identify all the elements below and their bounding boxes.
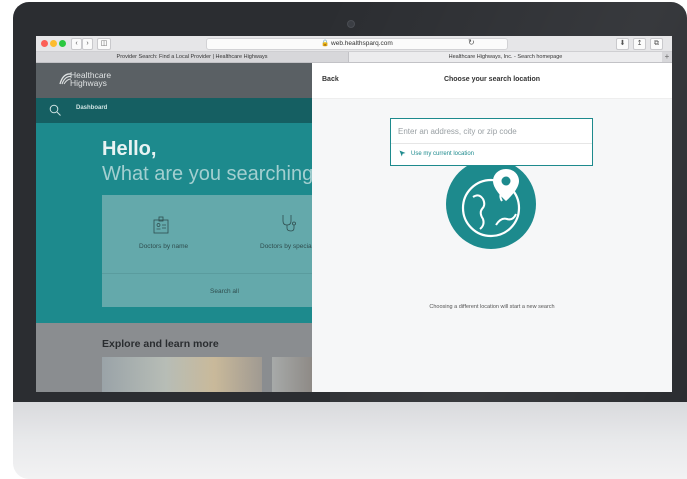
tab-healthcare-highways[interactable]: Healthcare Highways, Inc. - Search homep…	[349, 52, 662, 62]
tab-label: Provider Search: Find a Local Provider |…	[116, 54, 268, 60]
drawer-header: Back Choose your search location	[312, 63, 672, 99]
location-arrow-icon	[399, 150, 406, 157]
url-bar[interactable]: 🔒 web.healthsparq.com	[206, 38, 508, 50]
webcam	[347, 20, 355, 28]
search-icon[interactable]	[49, 104, 61, 116]
use-location-label: Use my current location	[411, 151, 475, 158]
location-input[interactable]	[391, 119, 592, 144]
explore-heading: Explore and learn more	[102, 338, 219, 350]
globe-pin-icon	[446, 159, 536, 249]
logo-line-2: Highways	[70, 78, 107, 88]
new-tab-button[interactable]: +	[662, 52, 672, 62]
zoom-window-button[interactable]	[59, 40, 66, 47]
download-icon[interactable]: ⬇	[616, 38, 629, 50]
web-page: Healthcare Highways Dashboard Hello, Wha…	[36, 63, 672, 392]
drawer-body: Use my current location Choosing a diffe…	[312, 99, 672, 392]
card-divider	[102, 273, 322, 274]
tab-strip: Provider Search: Find a Local Provider |…	[36, 52, 672, 63]
hero-section: Hello, What are you searching f Doctors …	[36, 123, 324, 323]
explore-image[interactable]	[272, 357, 312, 392]
stethoscope-icon	[282, 215, 296, 232]
lock-icon: 🔒	[321, 40, 330, 47]
site-logo[interactable]: Healthcare Highways	[70, 71, 111, 88]
sidebar-icon[interactable]: ◫	[97, 38, 111, 50]
browser-toolbar: ‹ › ◫ 🔒 web.healthsparq.com ↻ ⬇ ↥ ⧉	[36, 36, 672, 52]
site-header: Healthcare Highways	[36, 63, 312, 98]
id-card-icon	[153, 216, 169, 234]
explore-section: Explore and learn more	[36, 323, 312, 392]
option-doctors-by-name[interactable]: Doctors by name	[139, 243, 188, 250]
search-options-card: Doctors by name Doctors by specia Search…	[102, 195, 322, 307]
drawer-title: Choose your search location	[443, 76, 541, 83]
tabs-overview-icon[interactable]: ⧉	[650, 38, 663, 50]
location-search-box: Use my current location	[390, 118, 593, 166]
hello-heading: Hello,	[102, 138, 157, 160]
monitor-chin	[13, 402, 687, 479]
screen: ‹ › ◫ 🔒 web.healthsparq.com ↻ ⬇ ↥ ⧉ Prov…	[36, 36, 672, 392]
nav-item-dashboard[interactable]: Dashboard	[76, 105, 107, 111]
location-drawer: Back Choose your search location Use my …	[312, 63, 672, 392]
new-search-notice: Choosing a different location will start…	[429, 304, 555, 310]
tab-provider-search[interactable]: Provider Search: Find a Local Provider |…	[36, 52, 349, 62]
url-text: web.healthsparq.com	[331, 40, 393, 47]
search-all-link[interactable]: Search all	[210, 288, 239, 295]
reload-icon[interactable]: ↻	[468, 38, 475, 47]
minimize-window-button[interactable]	[50, 40, 57, 47]
tab-label: Healthcare Highways, Inc. - Search homep…	[448, 54, 563, 60]
close-window-button[interactable]	[41, 40, 48, 47]
site-nav: Dashboard	[36, 98, 312, 123]
back-nav-button[interactable]: ‹	[71, 38, 82, 50]
hero-subheading: What are you searching f	[102, 163, 325, 185]
explore-image[interactable]	[102, 357, 262, 392]
use-current-location-button[interactable]: Use my current location	[399, 150, 474, 157]
share-icon[interactable]: ↥	[633, 38, 646, 50]
option-doctors-by-specialty[interactable]: Doctors by specia	[260, 243, 312, 250]
forward-nav-button[interactable]: ›	[82, 38, 93, 50]
